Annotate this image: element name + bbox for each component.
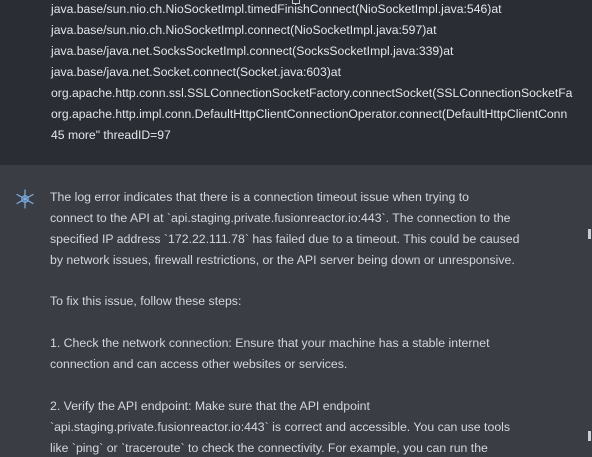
answer-line: connection and can access other websites…: [50, 357, 348, 371]
answer-line: `api.staging.private.fusionreactor.io:44…: [50, 420, 511, 434]
log-line: java.base/sun.nio.ch.NioSocketImpl.timed…: [51, 2, 502, 16]
answer-line: by network issues, firewall restrictions…: [50, 253, 515, 267]
answer-line: To fix this issue, follow these steps:: [50, 294, 242, 308]
log-line: org.apache.http.conn.ssl.SSLConnectionSo…: [51, 86, 573, 100]
log-line: java.base/sun.nio.ch.NioSocketImpl.conne…: [51, 23, 437, 37]
log-line: 45 more" threadID=97: [51, 128, 171, 142]
log-message: java.base/sun.nio.ch.NioSocketImpl.timed…: [0, 0, 592, 165]
edge-marker-icon: [588, 431, 591, 441]
answer-line: 1. Check the network connection: Ensure …: [50, 336, 490, 350]
answer-line: 2. Verify the API endpoint: Make sure th…: [50, 399, 370, 413]
assistant-sparkle-icon: [16, 189, 34, 209]
log-line: java.base/java.net.Socket.connect(Socket…: [51, 65, 341, 79]
chat-view: java.base/sun.nio.ch.NioSocketImpl.timed…: [0, 0, 592, 457]
edge-marker-icon: [588, 229, 591, 239]
assistant-message: The log error indicates that there is a …: [0, 165, 592, 457]
answer-line: like `ping` or `traceroute` to check the…: [50, 441, 488, 455]
log-line: java.base/java.net.SocksSocketImpl.conne…: [51, 44, 454, 58]
log-line: org.apache.http.impl.conn.DefaultHttpCli…: [51, 107, 568, 121]
answer-line: specified IP address `172.22.111.78` has…: [50, 232, 520, 246]
answer-line: connect to the API at `api.staging.priva…: [50, 211, 511, 225]
answer-line: The log error indicates that there is a …: [50, 190, 470, 204]
